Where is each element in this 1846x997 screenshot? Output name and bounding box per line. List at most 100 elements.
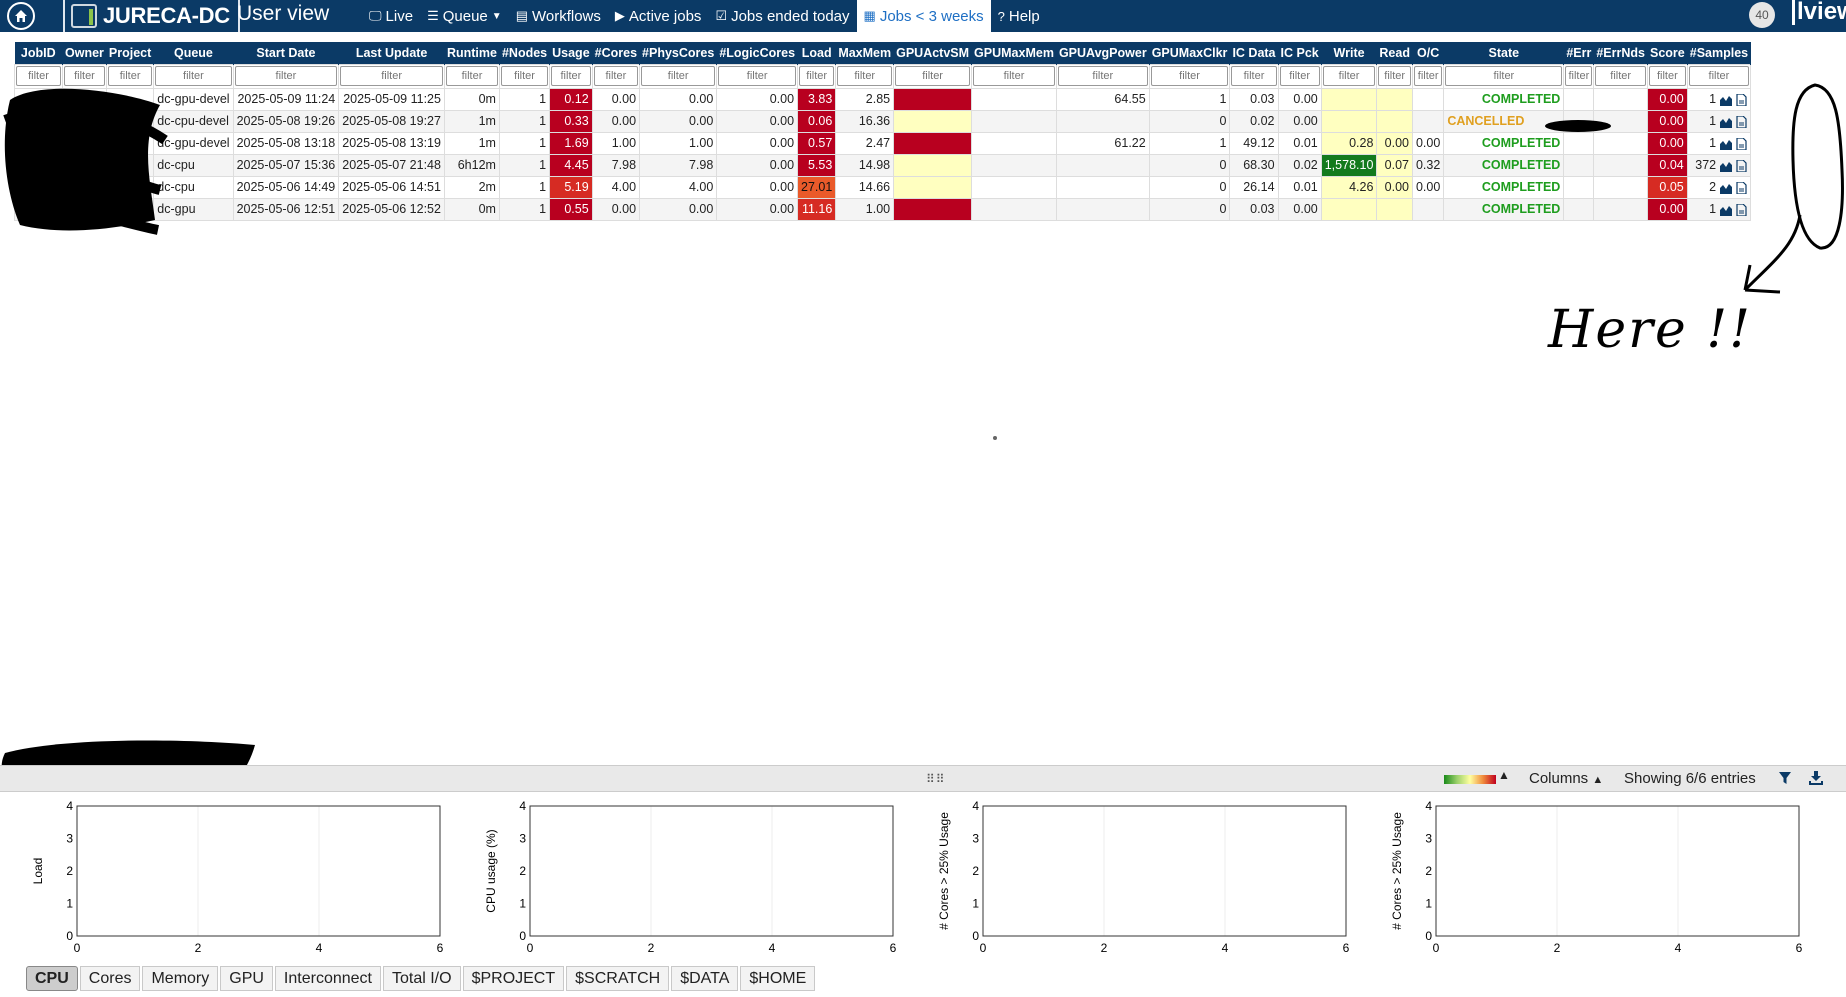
column-filter-input[interactable] (1279, 66, 1320, 86)
chart-4[interactable]: 0 1 2 3 4 0 2 4 6 # Cores > 25% Usage (1359, 793, 1803, 963)
column-filter-input[interactable] (1057, 66, 1148, 86)
column-header[interactable]: State (1443, 42, 1565, 64)
column-filter-input[interactable] (1595, 66, 1646, 86)
column-header[interactable]: Usage (549, 42, 593, 64)
column-filter-input[interactable] (1231, 66, 1277, 86)
table-row[interactable]: dc-cpu 2025-05-07 15:36 2025-05-07 21:48 6h… (14, 153, 1752, 177)
area-chart-icon[interactable] (1720, 116, 1733, 128)
tab-memory[interactable]: Memory (142, 966, 219, 991)
nav-item-calendar[interactable]: ▦ Jobs < 3 weeks (856, 0, 991, 32)
column-filter-input[interactable] (500, 66, 549, 86)
pdf-file-icon[interactable] (1735, 137, 1747, 150)
chart-2[interactable]: 0 1 2 3 4 0 2 4 6 CPU usage (%) (453, 793, 897, 963)
column-filter-input[interactable] (1150, 66, 1229, 86)
color-scale-bar[interactable] (1444, 775, 1496, 784)
nav-item-play[interactable]: ▶ Active jobs (608, 0, 709, 32)
column-header[interactable]: Read (1376, 42, 1413, 64)
panel-resize-handle[interactable]: ⠿⠿ (926, 772, 946, 786)
area-chart-icon[interactable] (1720, 160, 1733, 172)
table-row[interactable]: dc-gpu 2025-05-06 12:51 2025-05-06 12:52 0m… (14, 197, 1752, 221)
column-filter-input[interactable] (155, 66, 232, 86)
pdf-file-icon[interactable] (1735, 115, 1747, 128)
column-filter-input[interactable] (1688, 66, 1750, 86)
column-filter-input[interactable] (895, 66, 971, 86)
column-header[interactable]: GPUActvSM (893, 42, 973, 64)
download-icon[interactable] (1808, 770, 1824, 790)
column-filter-input[interactable] (973, 66, 1055, 86)
column-filter-input[interactable] (551, 66, 591, 86)
tab-total-i-o[interactable]: Total I/O (382, 966, 461, 991)
caret-up-icon[interactable]: ▲ (1498, 768, 1510, 782)
column-header[interactable]: #LogicCores (716, 42, 799, 64)
column-header[interactable]: Project (106, 42, 155, 64)
column-header[interactable]: IC Pck (1278, 42, 1322, 64)
column-header[interactable]: GPUMaxMem (971, 42, 1057, 64)
table-row[interactable]: dc-gpu-devel 2025-05-09 11:24 2025-05-09 1… (14, 87, 1752, 111)
nav-item-monitor[interactable]: 🖵 Live (362, 0, 420, 32)
tab-interconnect[interactable]: Interconnect (274, 966, 381, 991)
column-header[interactable]: O/C (1412, 42, 1445, 64)
home-button[interactable] (7, 2, 35, 30)
column-filter-input[interactable] (799, 66, 835, 86)
area-chart-icon[interactable] (1720, 94, 1733, 106)
table-row[interactable]: dc-cpu 2025-05-06 14:49 2025-05-06 14:51 2m… (14, 175, 1752, 199)
column-filter-input[interactable] (64, 66, 105, 86)
column-filter-input[interactable] (593, 66, 639, 86)
column-header[interactable]: Queue (153, 42, 234, 64)
column-header[interactable]: Owner (62, 42, 107, 64)
tab-data[interactable]: $DATA (671, 966, 739, 991)
column-filter-input[interactable] (234, 66, 338, 86)
column-header[interactable]: #Cores (592, 42, 641, 64)
column-header[interactable]: #Nodes (499, 42, 551, 64)
tab-project[interactable]: $PROJECT (462, 966, 565, 991)
brand[interactable]: JURECA-DC (63, 0, 240, 32)
nav-item-table[interactable]: ▤ Workflows (509, 0, 608, 32)
tab-scratch[interactable]: $SCRATCH (566, 966, 670, 991)
column-header[interactable]: Write (1321, 42, 1378, 64)
pdf-file-icon[interactable] (1735, 93, 1747, 106)
pdf-file-icon[interactable] (1735, 203, 1747, 216)
pdf-file-icon[interactable] (1735, 159, 1747, 172)
tab-home[interactable]: $HOME (740, 966, 816, 991)
column-header[interactable]: Score (1647, 42, 1688, 64)
column-filter-input[interactable] (1413, 66, 1443, 86)
column-header[interactable]: MaxMem (835, 42, 895, 64)
area-chart-icon[interactable] (1720, 204, 1733, 216)
columns-button[interactable]: Columns ▲ (1529, 770, 1603, 787)
column-header[interactable]: IC Data (1229, 42, 1279, 64)
column-header[interactable]: JobID (14, 42, 63, 64)
column-filter-input[interactable] (445, 66, 498, 86)
area-chart-icon[interactable] (1720, 182, 1733, 194)
column-header[interactable]: #PhysCores (639, 42, 718, 64)
tab-cpu[interactable]: CPU (26, 966, 78, 991)
nav-item-calendar-check[interactable]: ☑ Jobs ended today (708, 0, 856, 32)
area-chart-icon[interactable] (1720, 138, 1733, 150)
filter-icon[interactable] (1778, 771, 1792, 789)
column-filter-input[interactable] (1649, 66, 1686, 86)
nav-item-question[interactable]: ? Help (991, 0, 1047, 32)
column-filter-input[interactable] (641, 66, 716, 86)
column-filter-input[interactable] (718, 66, 797, 86)
column-header[interactable]: #ErrNds (1593, 42, 1648, 64)
column-filter-input[interactable] (1445, 66, 1563, 86)
pdf-file-icon[interactable] (1735, 181, 1747, 194)
column-filter-input[interactable] (107, 66, 153, 86)
tab-cores[interactable]: Cores (79, 966, 141, 991)
column-filter-input[interactable] (340, 66, 443, 86)
table-row[interactable]: dc-cpu-devel 2025-05-08 19:26 2025-05-08 1… (14, 109, 1752, 133)
column-header[interactable]: #Err (1563, 42, 1595, 64)
column-header[interactable]: Load (797, 42, 837, 64)
tab-gpu[interactable]: GPU (220, 966, 273, 991)
column-header[interactable]: Start Date (233, 42, 340, 64)
column-filter-input[interactable] (837, 66, 893, 86)
column-header[interactable]: Runtime (444, 42, 500, 64)
column-filter-input[interactable] (1322, 66, 1376, 86)
chart-1[interactable]: 0 1 2 3 4 0 2 4 6 Load (0, 793, 444, 963)
notification-count-badge[interactable]: 40 (1749, 2, 1775, 28)
column-header[interactable]: GPUAvgPower (1056, 42, 1150, 64)
column-header[interactable]: #Samples (1687, 42, 1752, 64)
column-header[interactable]: Last Update (338, 42, 445, 64)
column-filter-input[interactable] (16, 66, 61, 86)
column-filter-input[interactable] (1378, 66, 1411, 86)
column-header[interactable]: GPUMaxClkr (1149, 42, 1231, 64)
